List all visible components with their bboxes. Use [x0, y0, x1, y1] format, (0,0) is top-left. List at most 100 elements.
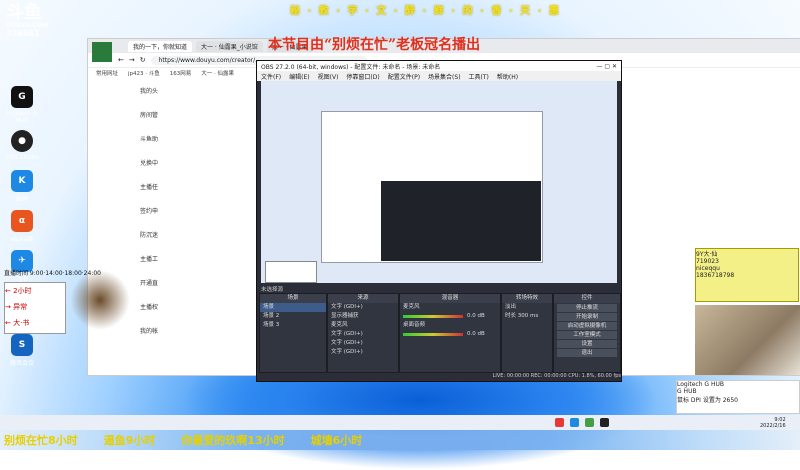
- sidenav-item[interactable]: 签约申: [140, 206, 180, 230]
- source-item[interactable]: 文字 (GDI+): [328, 348, 398, 357]
- overlay-line: 9Y大·仙: [696, 251, 718, 258]
- character-figure: [70, 270, 130, 330]
- studio-mode-button[interactable]: 工作室模式: [557, 331, 617, 339]
- douyu-logo: 斗鱼 DOUYU.COM 336661: [6, 4, 60, 44]
- desktop-icon-feishu[interactable]: ✈ 飞书: [0, 250, 44, 283]
- mixer-dock: 混音器 麦克风 0.0 dB 桌面音频 0.0 dB: [399, 293, 501, 373]
- meeting-icon: S: [11, 334, 33, 356]
- taskbar-clock[interactable]: 9:02 2022/2/16: [760, 417, 786, 429]
- obs-menu-item[interactable]: 文件(F): [261, 72, 281, 81]
- desktop-icon-label: alpha赛: [10, 236, 34, 243]
- obs-window: OBS 27.2.0 (64-bit, windows) - 配置文件: 未命名…: [256, 60, 622, 382]
- obs-preview[interactable]: [261, 81, 617, 283]
- bookmark[interactable]: jp423 · 斗鱼: [128, 69, 160, 77]
- sidenav-item[interactable]: 斗鱼助: [140, 134, 180, 158]
- sidenav-item[interactable]: 主播权: [140, 302, 180, 326]
- dock-title: 转场特效: [502, 294, 552, 303]
- overlay-line: 1836718798: [696, 272, 735, 279]
- start-record-button[interactable]: 开始录制: [557, 313, 617, 321]
- desktop-icon-kugou[interactable]: K 酷狗: [0, 170, 44, 203]
- bottom-ticker: 别烦在忙8小时 逼鱼9小时 你最爱的玖啊13小时 城墙6小时: [0, 430, 800, 450]
- obs-menu-item[interactable]: 视图(V): [318, 72, 339, 81]
- ghub-icon: G: [11, 86, 33, 108]
- settings-button[interactable]: 设置: [557, 340, 617, 348]
- virtual-camera-button[interactable]: 启动虚拟摄像机: [557, 322, 617, 330]
- taskbar-app-icon[interactable]: [585, 418, 594, 427]
- mixer-channel-label: 麦克风: [403, 304, 420, 310]
- overlay-line: ← 大·书: [5, 319, 30, 327]
- dock-title: 混音器: [400, 294, 500, 303]
- obs-menu-item[interactable]: 工具(T): [469, 72, 489, 81]
- source-item[interactable]: 文字 (GDI+): [328, 330, 398, 339]
- source-item[interactable]: 文字 (GDI+): [328, 339, 398, 348]
- obs-menu-item[interactable]: 编辑(E): [289, 72, 309, 81]
- obs-statusbar: LIVE: 00:00:00 REC: 00:00:00 CPU: 1.8%, …: [257, 373, 621, 381]
- taskbar-app-icon[interactable]: [600, 418, 609, 427]
- left-overlay-panel: ← 2小时 → 异常 ← 大·书: [4, 282, 66, 334]
- transition-select[interactable]: 淡出: [502, 303, 552, 312]
- dock-title: 场景: [260, 294, 326, 303]
- kugou-icon: K: [11, 170, 33, 192]
- source-item[interactable]: 显示器捕获: [328, 312, 398, 321]
- browser-tab[interactable]: 我的一下，你就知道: [128, 40, 193, 52]
- browser-sidenav: 我的头 房间管 斗鱼助 兑换中 主播任 签约申 防沉迷 主播工 开通直 主播权 …: [140, 86, 180, 350]
- sidenav-item[interactable]: 开通直: [140, 278, 180, 302]
- desktop-icon-meeting[interactable]: S 腾讯会议: [0, 334, 44, 367]
- taskbar: [0, 415, 800, 430]
- logo-brand: 斗鱼: [6, 2, 42, 23]
- sidenav-item[interactable]: 主播工: [140, 254, 180, 278]
- source-item[interactable]: 麦克风: [328, 321, 398, 330]
- sidenav-item[interactable]: 房间管: [140, 110, 180, 134]
- clock-date: 2022/2/16: [760, 423, 786, 429]
- duration-value: 300 ms: [517, 313, 539, 319]
- ticker-item: 城墙6小时: [310, 434, 363, 447]
- browser-tab[interactable]: 大一 · 仙露果_小说馆: [196, 40, 263, 52]
- mixer-meter[interactable]: 0.0 dB: [400, 312, 500, 321]
- right-overlay-panel: 9Y大·仙 719023 niceqqu 1836718798: [695, 248, 799, 302]
- forward-icon[interactable]: →: [129, 56, 135, 64]
- overlay-line: ← 2小时: [5, 287, 32, 295]
- desktop-icon-label: 腾讯会议: [9, 360, 34, 367]
- duration-label: 时长: [505, 313, 517, 319]
- desktop-icon-label: logitech G HUB: [6, 110, 38, 124]
- ticker-item: 别烦在忙8小时: [4, 434, 78, 447]
- source-item[interactable]: 文字 (GDI+): [328, 303, 398, 312]
- dog-photo: [695, 305, 800, 375]
- sidenav-item[interactable]: 防沉迷: [140, 230, 180, 254]
- obs-menu-item[interactable]: 停靠窗口(D): [346, 72, 379, 81]
- mixer-db: 0.0 dB: [467, 331, 485, 337]
- window-controls-icon[interactable]: — ▢ ✕: [596, 63, 621, 70]
- exit-button[interactable]: 退出: [557, 349, 617, 357]
- taskbar-app-icon[interactable]: [555, 418, 564, 427]
- desktop-icon-ghub[interactable]: G logitech G HUB: [0, 86, 44, 124]
- scene-item[interactable]: 场景 2: [260, 312, 326, 321]
- room-number: 336661: [6, 29, 40, 38]
- bookmark[interactable]: 163网易: [170, 69, 192, 77]
- stop-stream-button[interactable]: 停止推流: [557, 304, 617, 312]
- back-icon[interactable]: ←: [118, 56, 124, 64]
- obs-menu-item[interactable]: 场景集合(S): [428, 72, 461, 81]
- controls-dock: 控件 停止推流 开始录制 启动虚拟摄像机 工作室模式 设置 退出: [553, 293, 621, 373]
- scene-item[interactable]: 场景: [260, 303, 326, 312]
- notification-toast[interactable]: Logitech G HUB G HUB 鼠标 DPI 设置为 2650: [676, 380, 800, 414]
- bookmark[interactable]: 大一 · 仙露果: [201, 69, 234, 77]
- desktop-icon-obs[interactable]: ● OBS Studio: [0, 130, 44, 161]
- top-scroll-text: 秘 · 教 · 字 · 文 · 醉 · 鲜 · 的 · 香 · 天 · 惠: [290, 6, 561, 17]
- sidenav-item[interactable]: 我的头: [140, 86, 180, 110]
- scene-item[interactable]: 场景 3: [260, 321, 326, 330]
- bookmark[interactable]: 常用网址: [96, 69, 118, 77]
- mixer-db: 0.0 dB: [467, 313, 485, 319]
- duration-field[interactable]: 时长 300 ms: [502, 312, 552, 321]
- desktop-icon-alpha[interactable]: α alpha赛: [0, 210, 44, 243]
- obs-menu-item[interactable]: 帮助(H): [497, 72, 518, 81]
- sidenav-item[interactable]: 兑换中: [140, 158, 180, 182]
- taskbar-app-icon[interactable]: [570, 418, 579, 427]
- sidenav-item[interactable]: 我的帐: [140, 326, 180, 350]
- mixer-meter[interactable]: 0.0 dB: [400, 330, 500, 339]
- obs-menu-item[interactable]: 配置文件(P): [388, 72, 420, 81]
- desktop-icon-label: OBS Studio: [5, 154, 39, 161]
- notif-body: 鼠标 DPI 设置为 2650: [677, 397, 738, 404]
- sidenav-item[interactable]: 主播任: [140, 182, 180, 206]
- reload-icon[interactable]: ↻: [140, 56, 146, 64]
- dock-title: 来源: [328, 294, 398, 303]
